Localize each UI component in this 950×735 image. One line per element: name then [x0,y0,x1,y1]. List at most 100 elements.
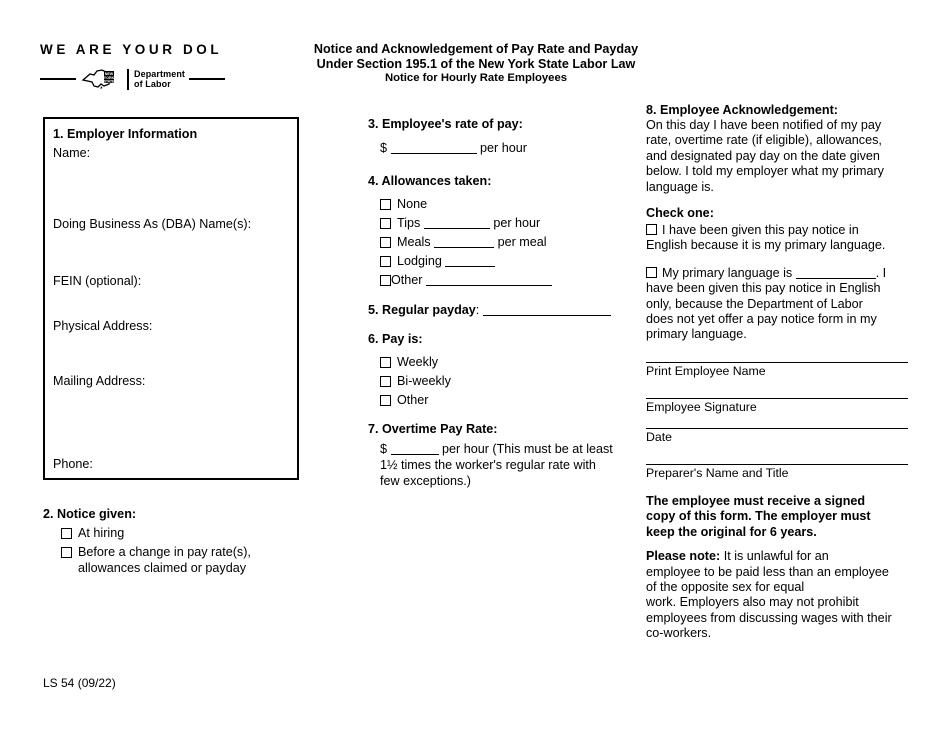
pay-frequency-section: 6. Pay is: Weekly Bi-weekly Other [368,332,613,408]
acknowledgement-body-line-2: rate, overtime rate (if eligible), allow… [646,133,882,148]
dol-logo-lockup: NEW YORK STATE Department of Labor [40,66,280,92]
form-title: Notice and Acknowledgement of Pay Rate a… [280,42,672,86]
allowance-option-other-label: Other [391,273,423,287]
new-york-state-outline-icon: NEW YORK STATE [81,69,115,89]
department-line-1: Department [134,68,186,79]
allowance-tips-unit: per hour [493,216,541,230]
checkbox-before-change[interactable] [61,547,72,558]
allowance-tips-input[interactable] [423,228,490,229]
form-page: WE ARE YOUR DOL NEW YORK STATE Departmen… [0,0,950,735]
date-field[interactable]: Date [646,427,908,445]
acknowledgement-body-line-4: below. I told my employer what my primar… [646,164,884,179]
retention-note-line-1: The employee must receive a signed [646,493,866,508]
logo-rule-left [40,78,76,80]
pay-frequency-option-other-label: Other [397,393,429,407]
checkbox-primary-language-other[interactable] [646,266,657,278]
please-note-line-2: employee to be paid less than an employe… [646,564,889,579]
allowance-meals-input[interactable] [434,247,495,248]
retention-note-line-3: keep the original for 6 years. [646,524,817,539]
preparer-name-title-caption: Preparer's Name and Title [646,465,789,480]
checkbox-allowance-meals[interactable] [380,237,391,248]
allowance-option-lodging-label: Lodging [397,254,442,268]
checkbox-pay-weekly[interactable] [380,357,391,368]
rate-of-pay-heading: 3. Employee's rate of pay: [368,117,523,131]
allowance-other-input[interactable] [426,285,552,286]
checkbox-allowance-none[interactable] [380,199,391,210]
pay-frequency-heading: 6. Pay is: [368,332,423,346]
please-note: Please note: It is unlawful for an emplo… [646,549,908,641]
overtime-rate-input[interactable] [390,454,439,455]
regular-payday-section: 5. Regular payday: [368,302,613,318]
dol-wordmark: WE ARE YOUR DOL [40,42,223,57]
preparer-name-title-field[interactable]: Preparer's Name and Title [646,463,908,481]
retention-note: The employee must receive a signed copy … [646,494,908,540]
right-column: 8. Employee Acknowledgement: On this day… [646,103,908,642]
rate-of-pay-input[interactable] [390,153,477,154]
acknowledgement-heading: 8. Employee Acknowledgement: [646,103,838,117]
allowance-option-other[interactable]: Other [380,272,613,288]
allowance-option-lodging[interactable]: Lodging [380,253,613,269]
employee-signature-field[interactable]: Employee Signature [646,397,908,415]
notice-given-option-at-hiring-label: At hiring [78,526,125,540]
form-code-footer: LS 54 (09/22) [43,676,116,690]
rate-of-pay-input-row: $ per hour [380,140,613,156]
notice-given-option-at-hiring[interactable]: At hiring [61,525,305,541]
checkbox-pay-biweekly[interactable] [380,376,391,387]
checkbox-allowance-lodging[interactable] [380,256,391,267]
allowances-heading: 4. Allowances taken: [368,174,492,188]
acknowledgement-option-english-line-2: English because it is my primary languag… [646,238,886,253]
checkbox-allowance-other[interactable] [380,275,391,286]
form-title-line-2: Under Section 195.1 of the New York Stat… [316,56,636,71]
employer-information-heading: 1. Employer Information [53,127,198,141]
please-note-line-5: employees from discussing wages with the… [646,610,892,625]
allowance-option-none[interactable]: None [380,196,613,212]
pay-frequency-option-other[interactable]: Other [380,392,613,408]
notice-given-option-before-change-label-line2: allowances claimed or payday [78,561,247,575]
checkbox-allowance-tips[interactable] [380,218,391,229]
allowance-lodging-input[interactable] [445,266,496,267]
acknowledgement-option-other-language[interactable]: My primary language is . I have been giv… [646,266,908,343]
regular-payday-input[interactable] [482,315,611,316]
overtime-input-row: $ per hour (This must be at least [380,441,613,457]
acknowledgement-body-line-1: On this day I have been notified of my p… [646,118,882,132]
retention-note-line-2: copy of this form. The employer must [646,509,871,524]
form-title-line-1: Notice and Acknowledgement of Pay Rate a… [313,42,639,56]
allowance-option-meals[interactable]: Meals per meal [380,234,613,250]
left-column: 1. Employer Information Name: Doing Busi… [43,117,305,480]
allowance-option-none-label: None [397,197,428,211]
primary-language-input[interactable] [795,277,876,279]
notice-given-option-before-change[interactable]: Before a change in pay rate(s), allowanc… [61,544,305,576]
print-employee-name-caption: Print Employee Name [646,363,766,378]
acknowledgement-body-line-5: language is. [646,179,714,194]
dol-masthead: WE ARE YOUR DOL NEW YORK STATE Departmen… [40,42,280,92]
pay-frequency-option-weekly-label: Weekly [397,355,439,369]
please-note-line-6: co-workers. [646,626,712,641]
employer-information-box: 1. Employer Information Name: Doing Busi… [43,117,299,480]
please-note-line-1: It is unlawful for an [720,549,829,564]
employer-phone-label: Phone: [53,457,93,471]
checkbox-pay-other[interactable] [380,395,391,406]
employer-physical-address-label: Physical Address: [53,319,153,333]
checkbox-primary-language-english[interactable] [646,224,657,236]
allowances-section: 4. Allowances taken: None Tips per hour … [368,174,613,288]
print-employee-name-field[interactable]: Print Employee Name [646,361,908,379]
pay-frequency-option-biweekly-label: Bi-weekly [397,374,451,388]
allowance-option-tips[interactable]: Tips per hour [380,215,613,231]
overtime-note-line-3: few exceptions.) [380,474,471,488]
checkbox-at-hiring[interactable] [61,528,72,539]
employee-signature-caption: Employee Signature [646,399,757,414]
pay-frequency-option-biweekly[interactable]: Bi-weekly [380,373,613,389]
regular-payday-row: 5. Regular payday: [368,302,613,318]
acknowledgement-option-other-line-3: does not yet offer a pay notice form in … [646,312,877,327]
middle-column: 3. Employee's rate of pay: $ per hour 4.… [368,117,613,489]
acknowledgement-option-other-prefix: My primary language is [662,265,793,280]
acknowledgement-option-english[interactable]: I have been given this pay notice in Eng… [646,223,908,254]
pay-frequency-option-weekly[interactable]: Weekly [380,354,613,370]
employer-mailing-address-label: Mailing Address: [53,374,146,388]
employer-fein-label: FEIN (optional): [53,274,142,288]
employer-dba-label: Doing Business As (DBA) Name(s): [53,217,252,231]
acknowledgement-body: On this day I have been notified of my p… [646,118,908,195]
please-note-line-4: work. Employers also may not prohibit [646,595,859,610]
date-caption: Date [646,429,672,444]
form-title-line-3: Notice for Hourly Rate Employees [384,72,568,85]
